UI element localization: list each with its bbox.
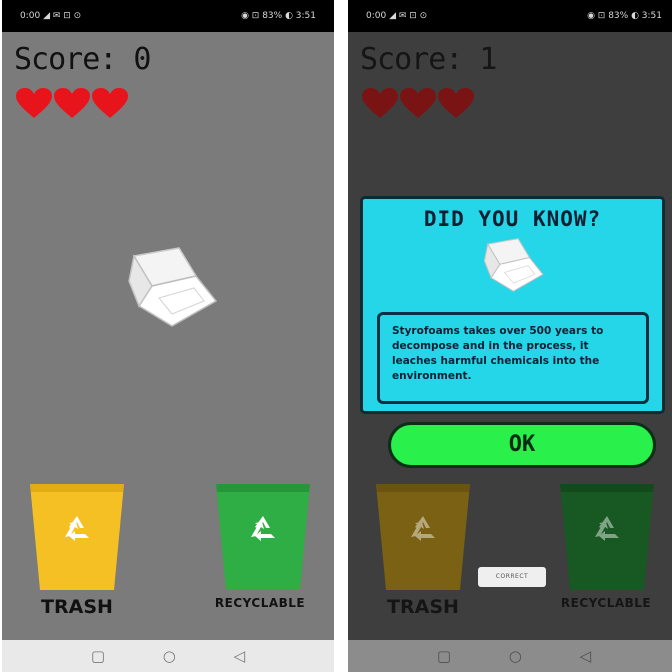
- lives-hearts: [362, 88, 474, 120]
- heart-icon: [54, 88, 90, 118]
- trash-bin[interactable]: [30, 484, 124, 590]
- recents-icon[interactable]: ▢: [437, 647, 451, 665]
- heart-icon: [16, 88, 52, 118]
- heart-icon: [400, 88, 436, 118]
- recyclable-label: RECYCLABLE: [214, 596, 306, 610]
- recyclable-bin: [560, 484, 654, 590]
- lives-hearts: [16, 88, 128, 120]
- status-left: 0:00 ◢ ✉ ⊡ ⊙: [20, 11, 82, 21]
- back-icon[interactable]: ◁: [234, 647, 246, 665]
- home-icon[interactable]: ○: [163, 647, 176, 665]
- ok-button[interactable]: OK: [388, 422, 656, 468]
- trash-label: TRASH: [387, 596, 459, 618]
- android-nav-bar: ▢ ○ ◁: [2, 640, 334, 672]
- status-bar: 0:00 ◢ ✉ ⊡ ⊙ ◉ ⊡ 83% ◐ 3:51: [2, 0, 334, 32]
- status-left: 0:00 ◢ ✉ ⊡ ⊙: [366, 11, 428, 21]
- status-bar: 0:00 ◢ ✉ ⊡ ⊙ ◉ ⊡ 83% ◐ 3:51: [348, 0, 672, 32]
- trash-label: TRASH: [41, 596, 113, 618]
- fact-text: Styrofoams takes over 500 years to decom…: [377, 312, 649, 404]
- dialog-title: DID YOU KNOW?: [423, 207, 602, 231]
- back-icon[interactable]: ◁: [580, 647, 592, 665]
- heart-icon: [438, 88, 474, 118]
- score-label: Score: 0: [14, 42, 151, 77]
- did-you-know-dialog: DID YOU KNOW? Styrofoams takes over 500 …: [360, 196, 665, 414]
- status-right: ◉ ⊡ 83% ◐ 3:51: [587, 11, 662, 21]
- recyclable-label: RECYCLABLE: [560, 596, 652, 610]
- recyclable-bin[interactable]: [216, 484, 310, 590]
- correct-badge: CORRECT: [478, 567, 546, 587]
- android-nav-bar: ▢ ○ ◁: [348, 640, 672, 672]
- score-label: Score: 1: [360, 42, 497, 77]
- home-icon[interactable]: ○: [509, 647, 522, 665]
- heart-icon: [92, 88, 128, 118]
- left-game-screen: 0:00 ◢ ✉ ⊡ ⊙ ◉ ⊡ 83% ◐ 3:51 Score: 0 TRA…: [2, 0, 334, 672]
- styrofoam-container-image: [483, 238, 544, 292]
- trash-bin: [376, 484, 470, 590]
- styrofoam-container-item[interactable]: [124, 246, 219, 334]
- right-game-screen: 0:00 ◢ ✉ ⊡ ⊙ ◉ ⊡ 83% ◐ 3:51 Score: 1 TRA…: [348, 0, 672, 672]
- recents-icon[interactable]: ▢: [91, 647, 105, 665]
- status-right: ◉ ⊡ 83% ◐ 3:51: [241, 11, 316, 21]
- heart-icon: [362, 88, 398, 118]
